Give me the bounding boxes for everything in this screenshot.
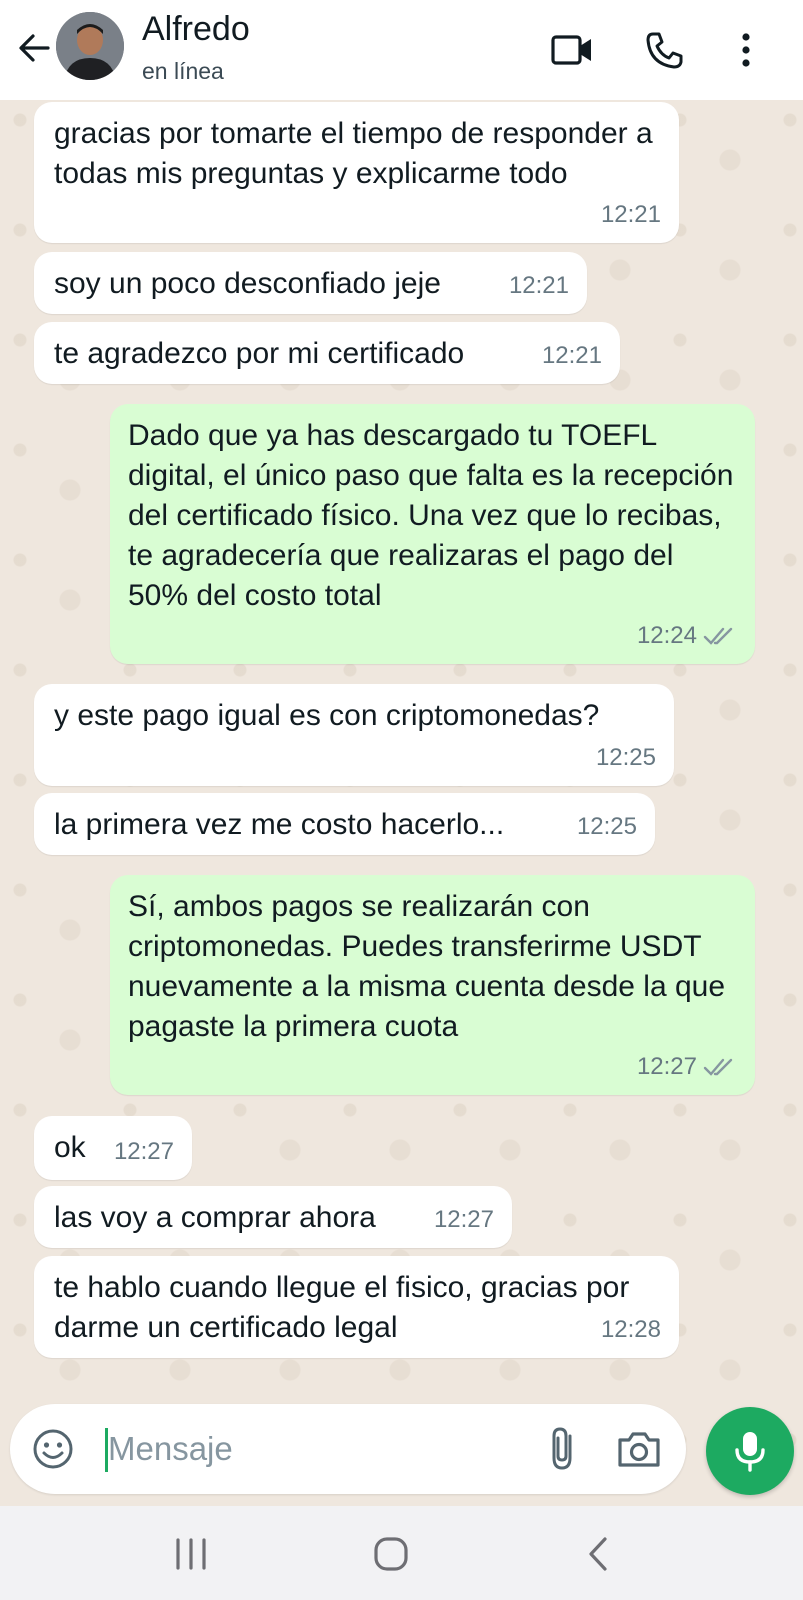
message-text: gracias por tomarte el tiempo de respond…: [54, 117, 653, 190]
video-call-icon[interactable]: [548, 26, 596, 74]
message-bubble-incoming[interactable]: la primera vez me costo hacerlo... 12:25: [34, 793, 655, 855]
more-options-icon[interactable]: [722, 26, 770, 74]
message-time: 12:27: [637, 1047, 737, 1087]
microphone-icon: [735, 1432, 765, 1472]
message-time: 12:27: [433, 1206, 494, 1233]
system-navigation-bar: [0, 1506, 803, 1600]
message-text: las voy a comprar ahora: [54, 1201, 376, 1234]
message-composer: [10, 1404, 686, 1494]
contact-status: en línea: [142, 58, 224, 84]
message-time: 12:27: [113, 1138, 174, 1165]
contact-name[interactable]: Alfredo: [142, 10, 250, 49]
message-text: y este pago igual es con criptomonedas?: [54, 699, 600, 732]
message-list[interactable]: gracias por tomarte el tiempo de respond…: [0, 100, 803, 1500]
message-time: 12:21: [541, 342, 602, 369]
double-check-icon: [703, 627, 733, 645]
message-time: 12:21: [600, 201, 661, 228]
message-text: ok: [54, 1131, 86, 1164]
camera-icon[interactable]: [614, 1426, 664, 1472]
message-text: soy un poco desconfiado jeje: [54, 267, 441, 300]
message-text: la primera vez me costo hacerlo...: [54, 808, 505, 841]
avatar[interactable]: [56, 12, 124, 80]
message-text: te agradezco por mi certificado: [54, 337, 465, 370]
recent-apps-icon[interactable]: [166, 1532, 216, 1576]
message-time: 12:25: [576, 813, 637, 840]
back-nav-icon[interactable]: [574, 1532, 624, 1576]
voice-call-icon[interactable]: [640, 26, 688, 74]
message-bubble-incoming[interactable]: ok 12:27: [34, 1116, 192, 1180]
message-bubble-outgoing[interactable]: Sí, ambos pagos se realizarán con cripto…: [110, 875, 755, 1095]
message-input[interactable]: [108, 1424, 508, 1474]
chat-header: Alfredo en línea: [0, 0, 803, 100]
message-bubble-incoming[interactable]: las voy a comprar ahora 12:27: [34, 1186, 512, 1248]
message-bubble-incoming[interactable]: soy un poco desconfiado jeje 12:21: [34, 252, 587, 314]
message-bubble-incoming[interactable]: te agradezco por mi certificado 12:21: [34, 322, 620, 384]
double-check-icon: [703, 1058, 733, 1076]
message-text: Dado que ya has descargado tu TOEFL digi…: [128, 419, 734, 612]
message-text: Sí, ambos pagos se realizarán con cripto…: [128, 890, 726, 1043]
message-text: te hablo cuando llegue el fisico, gracia…: [54, 1271, 630, 1344]
message-bubble-incoming[interactable]: te hablo cuando llegue el fisico, gracia…: [34, 1256, 679, 1358]
microphone-button[interactable]: [706, 1407, 794, 1495]
message-time: 12:25: [595, 744, 656, 771]
message-time: 12:24: [637, 616, 737, 656]
home-icon[interactable]: [366, 1532, 416, 1576]
message-bubble-incoming[interactable]: gracias por tomarte el tiempo de respond…: [34, 102, 679, 243]
emoji-icon[interactable]: [30, 1426, 76, 1472]
message-bubble-outgoing[interactable]: Dado que ya has descargado tu TOEFL digi…: [110, 404, 755, 664]
paperclip-icon[interactable]: [540, 1424, 588, 1474]
whatsapp-chat-screen: Alfredo en línea gracias por tomarte el …: [0, 0, 803, 1600]
message-time: 12:28: [600, 1316, 661, 1343]
message-time: 12:21: [508, 272, 569, 299]
message-bubble-incoming[interactable]: y este pago igual es con criptomonedas? …: [34, 684, 674, 786]
back-arrow-icon[interactable]: [14, 28, 54, 68]
